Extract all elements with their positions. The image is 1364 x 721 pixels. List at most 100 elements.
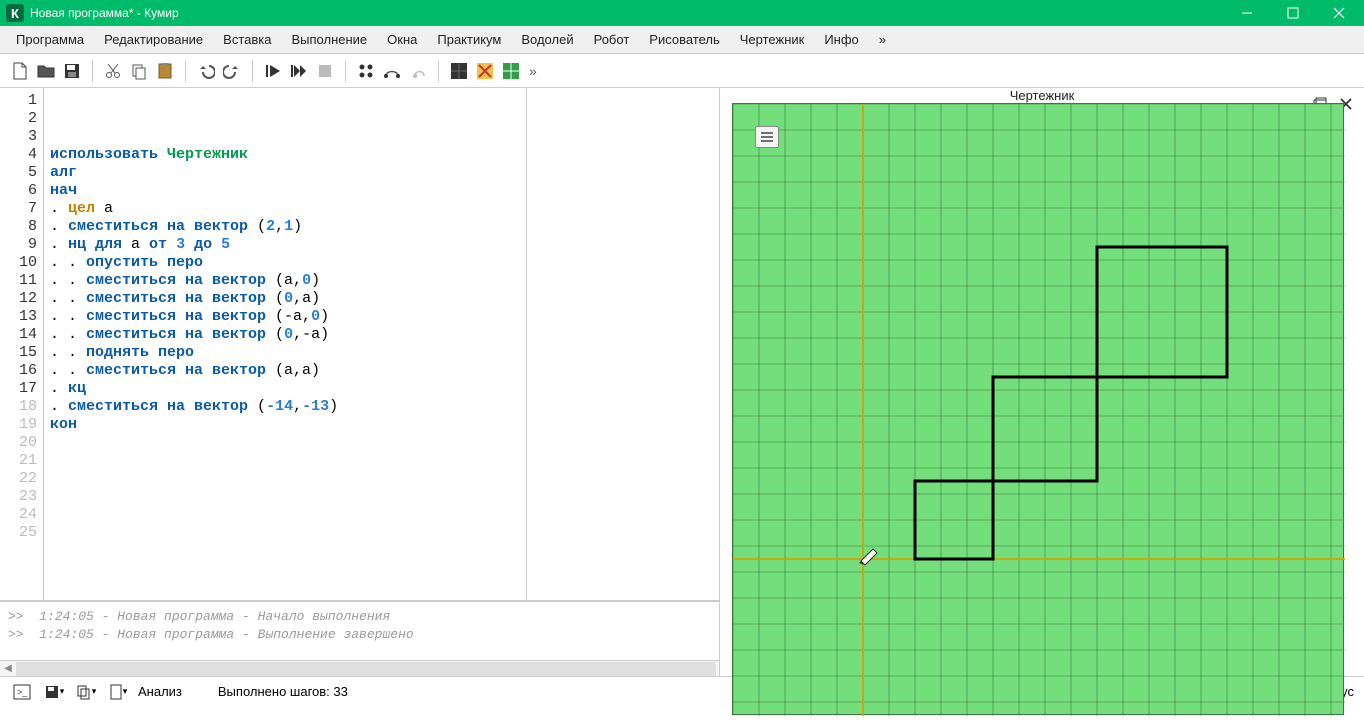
line-number: 20 xyxy=(0,434,43,452)
line-number: 22 xyxy=(0,470,43,488)
code-line[interactable]: . . опустить перо xyxy=(50,254,713,272)
line-number: 19 xyxy=(0,416,43,434)
line-number: 17 xyxy=(0,380,43,398)
undo-button[interactable] xyxy=(194,59,218,83)
console-line: >> 1:24:05 - Новая программа - Выполнени… xyxy=(8,626,711,644)
sb-copy-button[interactable]: ▾ xyxy=(74,680,98,704)
line-number: 3 xyxy=(0,128,43,146)
code-line[interactable]: . кц xyxy=(50,380,713,398)
menu-vodoley[interactable]: Водолей xyxy=(511,28,583,51)
code-line[interactable] xyxy=(50,470,713,488)
code-line[interactable] xyxy=(50,560,713,578)
editor-splitter[interactable] xyxy=(526,88,527,600)
line-number: 4 xyxy=(0,146,43,164)
toolbar-overflow[interactable]: » xyxy=(525,63,541,79)
code-line[interactable] xyxy=(50,434,713,452)
menu-info[interactable]: Инфо xyxy=(814,28,868,51)
step-out-button[interactable] xyxy=(406,59,430,83)
open-file-button[interactable] xyxy=(34,59,58,83)
code-line[interactable]: . нц для a от 3 до 5 xyxy=(50,236,713,254)
code-line[interactable]: . цел a xyxy=(50,200,713,218)
redo-button[interactable] xyxy=(220,59,244,83)
line-number: 10 xyxy=(0,254,43,272)
run-button[interactable] xyxy=(261,59,285,83)
toolbar: » xyxy=(0,54,1364,88)
scroll-left-arrow[interactable]: ◀ xyxy=(0,661,16,677)
line-number: 9 xyxy=(0,236,43,254)
menu-program[interactable]: Программа xyxy=(6,28,94,51)
sb-doc-button[interactable]: ▾ xyxy=(106,680,130,704)
code-line[interactable] xyxy=(50,506,713,524)
stop-button[interactable] xyxy=(313,59,337,83)
output-console[interactable]: >> 1:24:05 - Новая программа - Начало вы… xyxy=(0,601,719,660)
main-area: 1234567891011121314151617181920212223242… xyxy=(0,88,1364,676)
code-line[interactable] xyxy=(50,578,713,596)
horizontal-scrollbar[interactable]: ◀ ▶ xyxy=(0,660,719,676)
grid-dark-button[interactable] xyxy=(447,59,471,83)
code-line[interactable]: . . сместиться на вектор (a,a) xyxy=(50,362,713,380)
drawing-canvas[interactable] xyxy=(732,103,1344,715)
status-analysis: Анализ xyxy=(138,684,182,699)
line-number: 24 xyxy=(0,506,43,524)
code-area[interactable]: использовать Чертежникалгнач. цел a. сме… xyxy=(44,88,719,600)
right-panel-header: Чертежник xyxy=(720,88,1364,103)
close-button[interactable] xyxy=(1316,0,1362,26)
code-line[interactable]: алг xyxy=(50,164,713,182)
console-line: >> 1:24:05 - Новая программа - Начало вы… xyxy=(8,608,711,626)
menu-painter[interactable]: Рисователь xyxy=(639,28,729,51)
code-line[interactable]: . . сместиться на вектор (0,-a) xyxy=(50,326,713,344)
code-line[interactable]: . . сместиться на вектор (0,a) xyxy=(50,290,713,308)
code-line[interactable]: . сместиться на вектор (-14,-13) xyxy=(50,398,713,416)
code-line[interactable]: использовать Чертежник xyxy=(50,146,713,164)
step-into-button[interactable] xyxy=(354,59,378,83)
code-line[interactable]: кон xyxy=(50,416,713,434)
copy-button[interactable] xyxy=(127,59,151,83)
paste-button[interactable] xyxy=(153,59,177,83)
line-number: 1 xyxy=(0,92,43,110)
line-number: 18 xyxy=(0,398,43,416)
sb-save-button[interactable]: ▾ xyxy=(42,680,66,704)
menu-run[interactable]: Выполнение xyxy=(281,28,377,51)
code-line[interactable] xyxy=(50,524,713,542)
line-number: 11 xyxy=(0,272,43,290)
code-line[interactable] xyxy=(50,452,713,470)
step-over-button[interactable] xyxy=(380,59,404,83)
code-line[interactable]: . . поднять перо xyxy=(50,344,713,362)
line-number: 5 xyxy=(0,164,43,182)
maximize-button[interactable] xyxy=(1270,0,1316,26)
grid-color-button[interactable] xyxy=(473,59,497,83)
grid-svg xyxy=(733,104,1345,716)
new-file-button[interactable] xyxy=(8,59,32,83)
right-panel-title: Чертежник xyxy=(1010,88,1075,103)
cut-button[interactable] xyxy=(101,59,125,83)
run-fast-button[interactable] xyxy=(287,59,311,83)
line-number: 13 xyxy=(0,308,43,326)
menu-practicum[interactable]: Практикум xyxy=(427,28,511,51)
menu-overflow[interactable]: » xyxy=(869,28,896,51)
menu-robot[interactable]: Робот xyxy=(584,28,640,51)
code-line[interactable]: . сместиться на вектор (2,1) xyxy=(50,218,713,236)
canvas-menu-button[interactable] xyxy=(755,126,779,148)
menu-insert[interactable]: Вставка xyxy=(213,28,281,51)
code-line[interactable]: . . сместиться на вектор (a,0) xyxy=(50,272,713,290)
right-pane: Чертежник xyxy=(720,88,1364,676)
line-gutter: 1234567891011121314151617181920212223242… xyxy=(0,88,44,600)
minimize-button[interactable] xyxy=(1224,0,1270,26)
sb-console-button[interactable]: >_ xyxy=(10,680,34,704)
code-line[interactable]: . . сместиться на вектор (-a,0) xyxy=(50,308,713,326)
status-steps: Выполнено шагов: 33 xyxy=(218,684,348,699)
code-line[interactable] xyxy=(50,542,713,560)
line-number: 23 xyxy=(0,488,43,506)
menu-draftsman[interactable]: Чертежник xyxy=(730,28,815,51)
scroll-thumb[interactable] xyxy=(16,662,716,676)
code-line[interactable] xyxy=(50,488,713,506)
menu-edit[interactable]: Редактирование xyxy=(94,28,213,51)
line-number: 16 xyxy=(0,362,43,380)
editor[interactable]: 1234567891011121314151617181920212223242… xyxy=(0,88,719,601)
app-icon: К xyxy=(6,4,24,22)
code-line[interactable]: нач xyxy=(50,182,713,200)
line-number: 21 xyxy=(0,452,43,470)
menu-windows[interactable]: Окна xyxy=(377,28,427,51)
grid-green-button[interactable] xyxy=(499,59,523,83)
save-button[interactable] xyxy=(60,59,84,83)
